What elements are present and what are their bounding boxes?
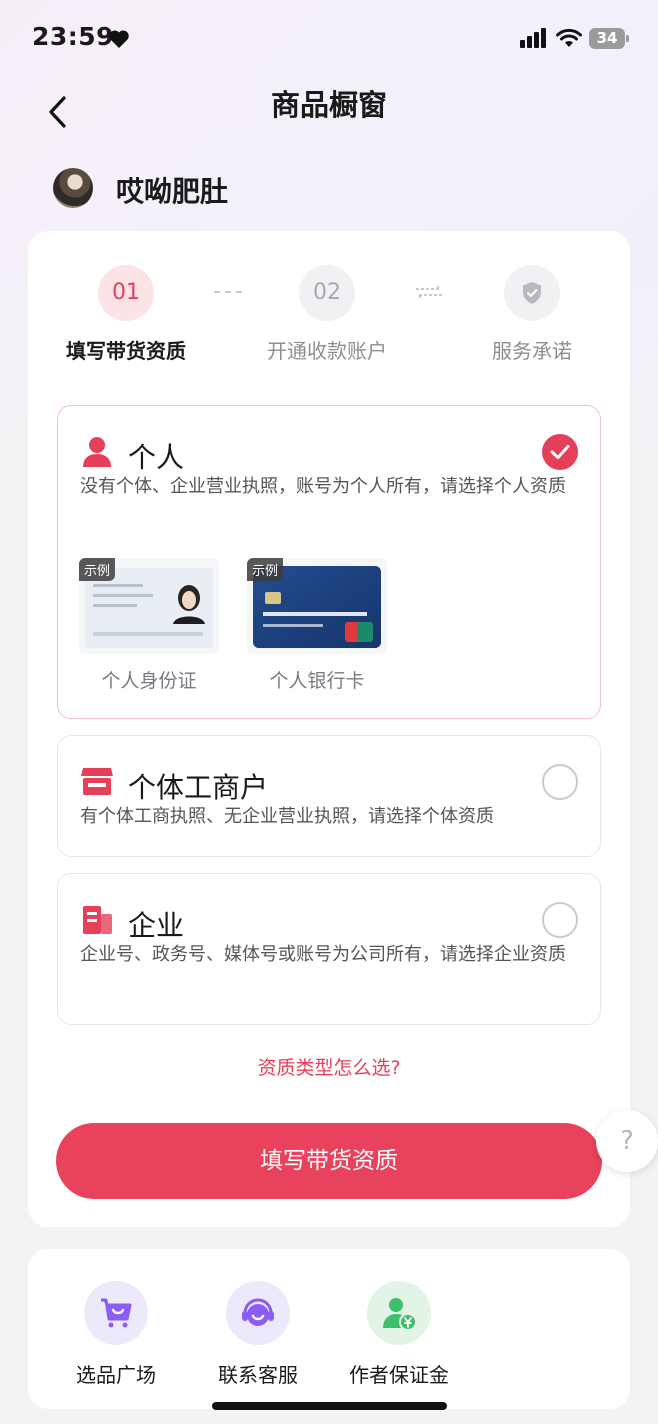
step-2-label: 开通收款账户 <box>267 339 387 363</box>
person-icon <box>83 437 111 467</box>
option-personal-radio[interactable] <box>542 434 578 470</box>
username: 哎呦肥肚 <box>116 175 229 208</box>
option-enterprise-title: 企业 <box>128 909 185 942</box>
status-bar: 23:59 34 <box>0 0 658 80</box>
shortcut-label: 作者保证金 <box>349 1363 449 1387</box>
shield-icon <box>523 282 541 304</box>
battery-level: 34 <box>589 28 625 49</box>
example-bank-label: 个人银行卡 <box>269 670 365 692</box>
option-enterprise-radio[interactable] <box>542 902 578 938</box>
avatar[interactable] <box>53 168 93 208</box>
deposit-icon <box>367 1281 431 1345</box>
headset-icon <box>226 1281 290 1345</box>
id-card-image: 示例 <box>79 558 219 654</box>
step-3-label: 服务承诺 <box>492 339 572 363</box>
wifi-icon <box>556 28 582 47</box>
bank-card-image: 示例 <box>247 558 387 654</box>
home-indicator <box>212 1402 447 1410</box>
shortcut-product-plaza[interactable]: 选品广场 <box>56 1281 176 1388</box>
fill-qualification-button[interactable]: 填写带货资质 <box>56 1123 602 1199</box>
step-2-number: 02 <box>299 265 355 321</box>
qualification-card: 01 填写带货资质 02 开通收款账户 服务承诺 个人 没有个体、企业营业执照，… <box>28 231 630 1227</box>
step-connector <box>214 291 242 293</box>
signal-icon <box>520 28 546 48</box>
qualification-help-link[interactable]: 资质类型怎么选? <box>28 1053 630 1080</box>
example-tag: 示例 <box>247 558 284 581</box>
step-1-number: 01 <box>98 265 154 321</box>
option-individual-radio[interactable] <box>542 764 578 800</box>
page-title: 商品橱窗 <box>270 88 387 122</box>
battery-icon: 34 <box>589 28 629 49</box>
shortcut-author-deposit[interactable]: 作者保证金 <box>339 1281 459 1388</box>
status-time: 23:59 <box>32 22 115 51</box>
building-icon <box>83 906 112 934</box>
option-personal-title: 个人 <box>128 441 185 474</box>
option-individual-desc: 有个体工商执照、无企业营业执照，请选择个体资质 <box>80 806 494 827</box>
shortcut-label: 选品广场 <box>76 1363 156 1387</box>
cart-icon <box>84 1281 148 1345</box>
example-tag: 示例 <box>79 558 116 581</box>
shortcut-card: 选品广场 联系客服 作者保证金 <box>28 1249 630 1409</box>
transfer-arrows-icon <box>415 284 443 300</box>
option-enterprise-desc: 企业号、政务号、媒体号或账号为公司所有，请选择企业资质 <box>80 944 566 965</box>
step-2: 02 开通收款账户 <box>247 265 407 364</box>
option-enterprise[interactable]: 企业 企业号、政务号、媒体号或账号为公司所有，请选择企业资质 <box>57 873 601 1025</box>
step-3: 服务承诺 <box>452 265 612 364</box>
heart-icon <box>109 30 129 48</box>
option-personal[interactable]: 个人 没有个体、企业营业执照，账号为个人所有，请选择个人资质 示例 个人身份证 <box>57 405 601 719</box>
step-1-label: 填写带货资质 <box>66 339 186 363</box>
store-icon <box>81 768 113 795</box>
help-float-button[interactable]: ? <box>596 1110 658 1172</box>
option-individual-title: 个体工商户 <box>128 771 269 804</box>
example-bank-card[interactable]: 示例 个人银行卡 <box>247 558 387 693</box>
option-personal-desc: 没有个体、企业营业执照，账号为个人所有，请选择个人资质 <box>80 476 566 497</box>
example-id-card[interactable]: 示例 个人身份证 <box>79 558 219 693</box>
example-id-label: 个人身份证 <box>101 670 197 692</box>
option-individual-business[interactable]: 个体工商户 有个体工商执照、无企业营业执照，请选择个体资质 <box>57 735 601 857</box>
shortcut-label: 联系客服 <box>218 1363 298 1387</box>
step-3-circle <box>504 265 560 321</box>
step-1: 01 填写带货资质 <box>46 265 206 364</box>
shortcut-customer-service[interactable]: 联系客服 <box>198 1281 318 1388</box>
